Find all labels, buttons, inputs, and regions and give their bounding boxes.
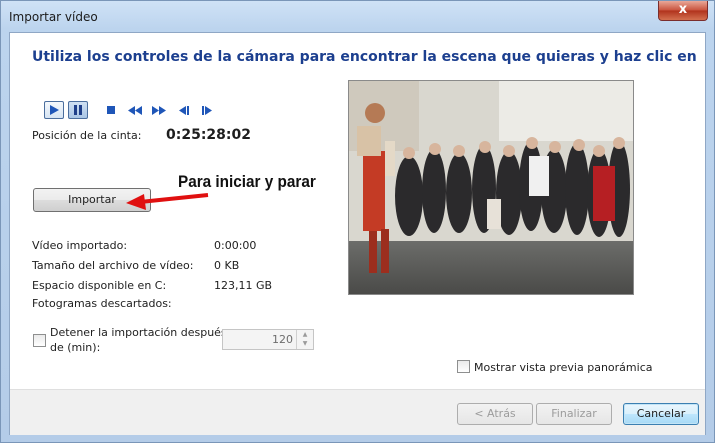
red-arrow-annotation — [126, 193, 209, 210]
stop-icon — [107, 106, 115, 114]
free-space-value: 123,11 GB — [214, 279, 273, 292]
import-video-dialog: Importar vídeo x Utiliza los controles d… — [0, 0, 715, 443]
close-icon: x — [678, 2, 688, 17]
previous-frame-button[interactable] — [173, 101, 193, 119]
finish-button[interactable]: Finalizar — [536, 403, 612, 425]
imported-video-value: 0:00:00 — [214, 239, 257, 252]
rewind-button[interactable] — [125, 101, 145, 119]
stop-import-label-line1: Detener la importación después — [50, 326, 227, 339]
spin-arrows: ▲ ▼ — [296, 330, 313, 349]
play-icon — [50, 105, 59, 115]
tape-position-label: Posición de la cinta: — [32, 129, 142, 142]
cancel-button[interactable]: Cancelar — [623, 403, 699, 425]
dialog-content: Utiliza los controles de la cámara para … — [9, 32, 706, 435]
instruction-heading: Utiliza los controles de la cámara para … — [32, 49, 697, 65]
minutes-spinbox[interactable]: 120 ▲ ▼ — [222, 329, 314, 350]
next-frame-icon — [201, 105, 212, 115]
pause-icon — [74, 105, 82, 115]
widescreen-preview-label: Mostrar vista previa panorámica — [474, 361, 653, 374]
file-size-value: 0 KB — [214, 259, 240, 272]
title-bar: Importar vídeo x — [1, 1, 714, 31]
dropped-frames-label: Fotogramas descartados: — [32, 297, 172, 310]
play-button[interactable] — [44, 101, 64, 119]
fast-forward-icon — [152, 105, 166, 115]
imported-video-label: Vídeo importado: — [32, 239, 128, 252]
stop-import-checkbox[interactable] — [33, 334, 46, 347]
spin-up-icon[interactable]: ▲ — [297, 330, 313, 339]
pause-button[interactable] — [68, 101, 88, 119]
video-preview — [348, 80, 634, 295]
stop-button[interactable] — [101, 101, 121, 119]
minutes-value: 120 — [272, 333, 293, 346]
next-frame-button[interactable] — [197, 101, 217, 119]
button-bar: < Atrás Finalizar Cancelar — [10, 389, 705, 435]
close-button[interactable]: x — [658, 1, 708, 21]
video-frame-image — [349, 81, 633, 294]
stop-import-label-line2: de (min): — [50, 341, 101, 354]
window-title: Importar vídeo — [9, 10, 98, 24]
spin-down-icon[interactable]: ▼ — [297, 339, 313, 348]
free-space-label: Espacio disponible en C: — [32, 279, 167, 292]
previous-frame-icon — [178, 105, 189, 115]
back-button[interactable]: < Atrás — [457, 403, 533, 425]
tape-position-value: 0:25:28:02 — [166, 127, 251, 143]
fast-forward-button[interactable] — [149, 101, 169, 119]
widescreen-preview-checkbox[interactable] — [457, 360, 470, 373]
rewind-icon — [128, 105, 142, 115]
file-size-label: Tamaño del archivo de vídeo: — [32, 259, 194, 272]
